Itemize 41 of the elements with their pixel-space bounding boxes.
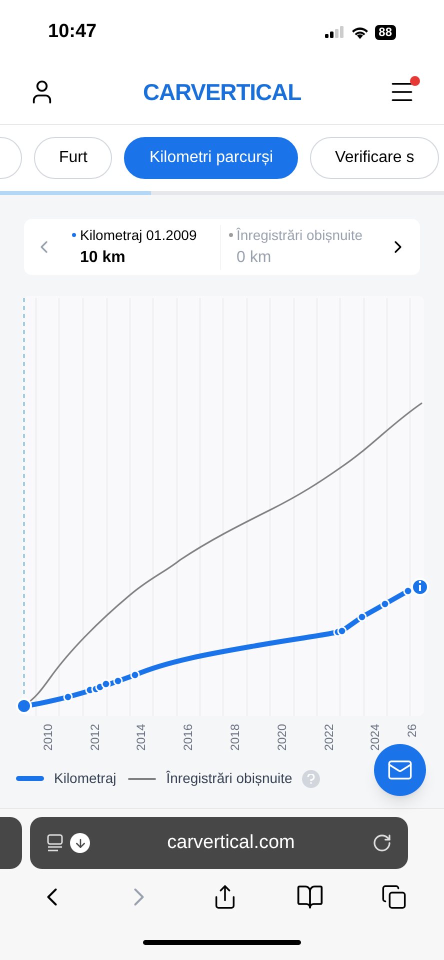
wifi-icon: [350, 26, 369, 38]
tabs-icon[interactable]: [381, 884, 408, 910]
info-value: 10 km: [79, 248, 126, 268]
x-axis-label: 2022: [321, 724, 337, 753]
x-axis-label: 2018: [227, 724, 243, 753]
bookmarks-icon[interactable]: [296, 882, 324, 910]
selected-point[interactable]: [16, 698, 32, 714]
legend-label: Kilometraj: [54, 769, 116, 788]
info-label: Kilometraj 01.2009: [80, 226, 197, 245]
info-icon[interactable]: [411, 578, 429, 596]
download-icon[interactable]: [70, 833, 90, 853]
x-axis-label: 2014: [133, 724, 149, 753]
battery-indicator: 88: [374, 24, 396, 40]
data-point[interactable]: [403, 586, 413, 596]
address-bar[interactable]: carvertical.com: [30, 817, 408, 869]
reload-icon[interactable]: [372, 833, 392, 853]
x-axis-label: 2010: [40, 724, 56, 753]
info-label: Înregistrări obișnuite: [236, 226, 363, 245]
logo: CARVERTICAL: [142, 78, 302, 107]
x-axis-label: 2024: [367, 724, 383, 753]
data-point[interactable]: [337, 626, 347, 636]
reader-icon[interactable]: [46, 834, 64, 852]
tab[interactable]: Kilometri parcurși: [124, 137, 298, 179]
data-point[interactable]: [357, 612, 367, 622]
data-point[interactable]: [130, 670, 140, 680]
previous-tab-bar[interactable]: [0, 817, 22, 869]
url-text: carvertical.com: [166, 830, 296, 855]
x-axis-label: 2020: [274, 724, 290, 753]
data-point[interactable]: [101, 679, 111, 689]
x-axis-label: 2016: [180, 724, 196, 753]
status-time: 10:47: [48, 20, 97, 44]
legend-label: Înregistrări obișnuite: [166, 769, 292, 788]
tab[interactable]: Verificare s: [310, 137, 440, 179]
x-axis-label: 26: [404, 724, 420, 740]
info-value: 0 km: [236, 248, 272, 268]
signal-icon: [324, 26, 345, 38]
tab[interactable]: Furt: [34, 137, 112, 179]
data-point[interactable]: [63, 692, 73, 702]
data-point[interactable]: [113, 676, 123, 686]
x-axis-label: 2012: [87, 724, 103, 753]
data-point[interactable]: [380, 599, 390, 609]
